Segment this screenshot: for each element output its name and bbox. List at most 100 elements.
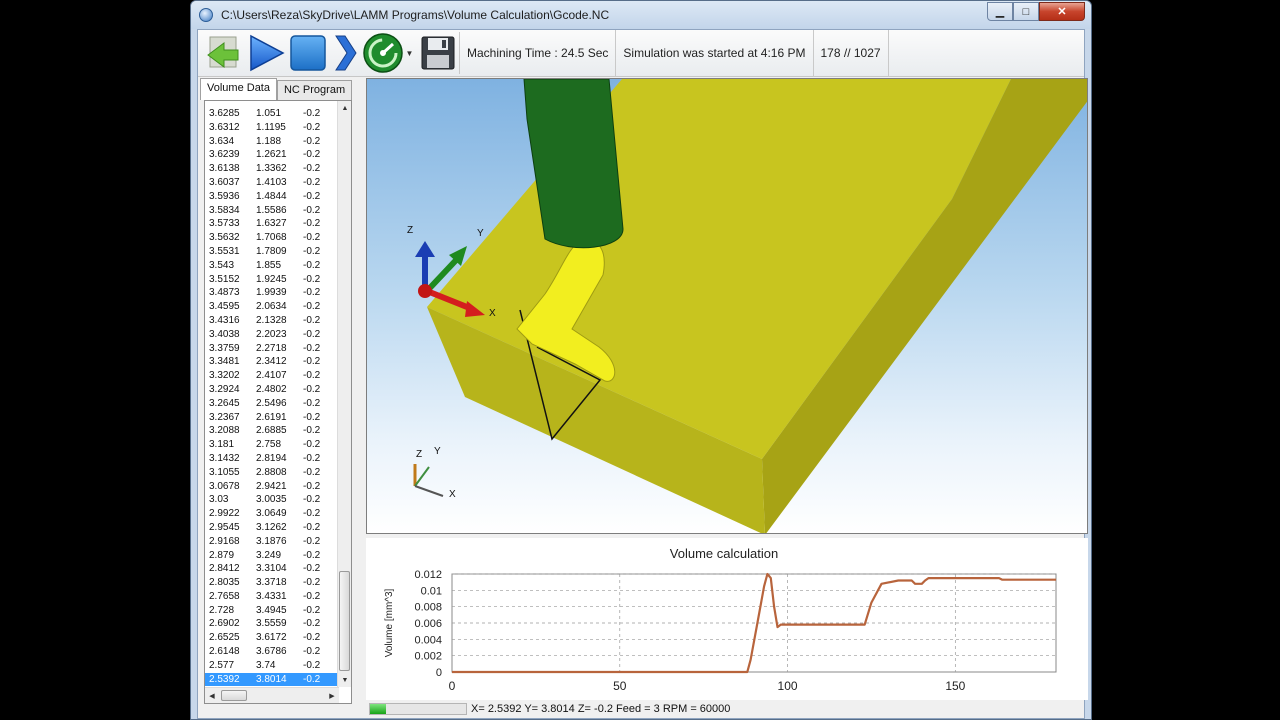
list-item[interactable]: 3.5733 1.6327 -0.2 <box>205 217 339 231</box>
list-cell: 1.7809 <box>256 245 287 257</box>
list-cell: 2.5392 <box>209 673 240 685</box>
list-cell: 3.4873 <box>209 287 240 299</box>
scroll-up-icon[interactable]: ▲ <box>338 101 351 115</box>
list-cell: 3.6312 <box>209 121 240 133</box>
list-item[interactable]: 3.5632 1.7068 -0.2 <box>205 231 339 245</box>
list-item[interactable]: 3.1055 2.8808 -0.2 <box>205 466 339 480</box>
list-item[interactable]: 3.6138 1.3362 -0.2 <box>205 162 339 176</box>
scroll-left-icon[interactable]: ◀ <box>205 689 219 703</box>
list-cell: -0.2 <box>303 397 321 409</box>
list-item[interactable]: 2.5392 3.8014 -0.2 <box>205 672 339 687</box>
list-cell: 1.188 <box>256 135 282 147</box>
list-cell: -0.2 <box>303 535 321 547</box>
list-item[interactable]: 2.879 3.249 -0.2 <box>205 549 339 563</box>
play-button[interactable] <box>246 32 286 74</box>
list-item[interactable]: 3.2088 2.6885 -0.2 <box>205 424 339 438</box>
list-item[interactable]: 2.6148 3.6786 -0.2 <box>205 645 339 659</box>
list-item[interactable]: 2.6525 3.6172 -0.2 <box>205 631 339 645</box>
list-cell: 1.3362 <box>256 163 287 175</box>
list-cell: -0.2 <box>303 218 321 230</box>
simulation-start-label: Simulation was started at 4:16 PM <box>616 29 814 77</box>
title-bar[interactable]: C:\Users\Reza\SkyDrive\LAMM Programs\Vol… <box>191 1 1091 29</box>
list-item[interactable]: 2.8035 3.3718 -0.2 <box>205 576 339 590</box>
list-item[interactable]: 3.6037 1.4103 -0.2 <box>205 176 339 190</box>
list-item[interactable]: 3.2645 2.5496 -0.2 <box>205 397 339 411</box>
list-item[interactable]: 3.5834 1.5586 -0.2 <box>205 204 339 218</box>
list-cell: 3.6285 <box>209 108 240 119</box>
list-item[interactable]: 3.03 3.0035 -0.2 <box>205 493 339 507</box>
scroll-down-icon[interactable]: ▼ <box>338 673 351 687</box>
chevron-down-icon[interactable]: ▼ <box>406 49 414 58</box>
y-tick-label: 0.008 <box>414 602 442 614</box>
save-icon <box>421 36 454 70</box>
volume-chart-panel: Volume calculation 0 0.002 0.004 0.006 0.008 0… <box>366 538 1088 700</box>
speed-dropdown-button[interactable]: ▼ <box>360 32 416 74</box>
list-item[interactable]: 3.0678 2.9421 -0.2 <box>205 480 339 494</box>
scroll-right-icon[interactable]: ▶ <box>325 689 339 703</box>
list-item[interactable]: 3.3202 2.4107 -0.2 <box>205 369 339 383</box>
list-item[interactable]: 2.7658 3.4331 -0.2 <box>205 590 339 604</box>
list-item[interactable]: 3.5152 1.9245 -0.2 <box>205 273 339 287</box>
list-item[interactable]: 3.5531 1.7809 -0.2 <box>205 245 339 259</box>
3d-viewport[interactable]: Z Y X Z Y X <box>366 78 1088 534</box>
list-cell: 3.1876 <box>256 535 287 547</box>
list-cell: 3.5632 <box>209 232 240 244</box>
back-arrow-icon <box>207 36 239 68</box>
list-item[interactable]: 3.3481 2.3412 -0.2 <box>205 355 339 369</box>
list-item[interactable]: 2.9922 3.0649 -0.2 <box>205 507 339 521</box>
list-item[interactable]: 3.181 2.758 -0.2 <box>205 438 339 452</box>
list-item[interactable]: 3.543 1.855 -0.2 <box>205 259 339 273</box>
list-item[interactable]: 3.6239 1.2621 -0.2 <box>205 148 339 162</box>
step-forward-button[interactable] <box>330 32 360 74</box>
list-item[interactable]: 2.728 3.4945 -0.2 <box>205 604 339 618</box>
list-item[interactable]: 3.2924 2.4802 -0.2 <box>205 383 339 397</box>
list-item[interactable]: 3.1432 2.8194 -0.2 <box>205 452 339 466</box>
speed-gauge-icon <box>362 33 403 73</box>
tab-nc-program[interactable]: NC Program <box>276 80 353 100</box>
toolbar: ▼ Machining Time : 24.5 Sec Simulation w… <box>198 29 1084 77</box>
list-cell: 3.4945 <box>256 604 287 616</box>
stop-button[interactable] <box>286 32 330 74</box>
tab-volume-data[interactable]: Volume Data <box>200 78 277 100</box>
list-item[interactable]: 2.8412 3.3104 -0.2 <box>205 562 339 576</box>
back-button[interactable] <box>202 32 246 74</box>
list-cell: 2.8808 <box>256 466 287 478</box>
list-item[interactable]: 3.4595 2.0634 -0.2 <box>205 300 339 314</box>
mini-axis-triad: Z Y X <box>413 446 456 500</box>
list-cell: -0.2 <box>303 232 321 244</box>
list-cell: 3.5152 <box>209 273 240 285</box>
list-item[interactable]: 2.9168 3.1876 -0.2 <box>205 535 339 549</box>
horizontal-scroll-thumb[interactable] <box>221 690 247 701</box>
list-cell: -0.2 <box>303 659 321 671</box>
save-button[interactable] <box>416 32 460 74</box>
list-cell: 3.0678 <box>209 480 240 492</box>
list-item[interactable]: 3.2367 2.6191 -0.2 <box>205 411 339 425</box>
list-item[interactable]: 3.6312 1.1195 -0.2 <box>205 121 339 135</box>
list-item[interactable]: 3.4038 2.2023 -0.2 <box>205 328 339 342</box>
list-item[interactable]: 3.5936 1.4844 -0.2 <box>205 190 339 204</box>
close-button[interactable]: ✕ <box>1039 2 1085 21</box>
volume-data-list[interactable]: 3.6285 1.051 -0.2 3.6312 1.1195 -0.2 3.634 1.18… <box>204 100 352 704</box>
list-item[interactable]: 3.634 1.188 -0.2 <box>205 135 339 149</box>
list-cell: -0.2 <box>303 439 321 451</box>
list-cell: 1.4844 <box>256 190 287 202</box>
list-item[interactable]: 3.6285 1.051 -0.2 <box>205 107 339 121</box>
list-item[interactable]: 2.9545 3.1262 -0.2 <box>205 521 339 535</box>
list-item[interactable]: 3.3759 2.2718 -0.2 <box>205 342 339 356</box>
horizontal-scrollbar[interactable]: ◀ ▶ <box>205 687 339 703</box>
list-cell: 3.634 <box>209 135 235 147</box>
maximize-button[interactable]: □ <box>1013 2 1039 21</box>
list-cell: 1.051 <box>256 108 282 119</box>
list-item[interactable]: 2.6902 3.5559 -0.2 <box>205 617 339 631</box>
minimize-button[interactable]: ▁ <box>987 2 1013 21</box>
vertical-scrollbar[interactable]: ▲ ▼ <box>337 101 351 687</box>
list-cell: -0.2 <box>303 563 321 575</box>
list-cell: 1.2621 <box>256 149 287 161</box>
list-cell: -0.2 <box>303 577 321 589</box>
list-cell: 3.1055 <box>209 466 240 478</box>
scroll-thumb[interactable] <box>339 571 350 671</box>
list-item[interactable]: 2.577 3.74 -0.2 <box>205 659 339 673</box>
list-cell: 2.0634 <box>256 301 287 313</box>
list-item[interactable]: 3.4873 1.9939 -0.2 <box>205 286 339 300</box>
list-item[interactable]: 3.4316 2.1328 -0.2 <box>205 314 339 328</box>
